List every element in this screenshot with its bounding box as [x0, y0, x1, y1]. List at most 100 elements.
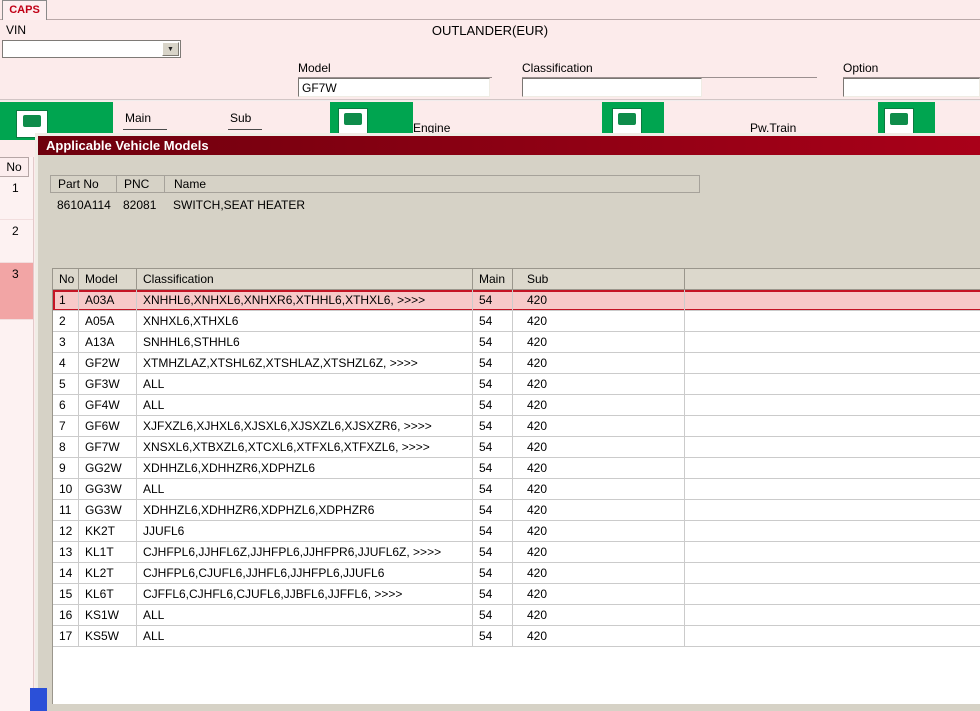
table-row[interactable]: 11 GG3W XDHHZL6,XDHHZR6,XDPHZL6,XDPHZR6 54 4…: [53, 500, 980, 521]
cell-model: A05A: [79, 311, 137, 332]
sub-tab-label[interactable]: Sub: [230, 111, 251, 125]
cell-filler: [685, 584, 980, 605]
table-body: 1 A03A XNHHL6,XNHXL6,XNHXR6,XTHHL6,XTHXL6,…: [53, 290, 980, 647]
cell-main: 54: [473, 395, 513, 416]
cell-no: 11: [53, 500, 79, 521]
cell-no: 7: [53, 416, 79, 437]
cell-main: 54: [473, 458, 513, 479]
toolbar-button-powertrain[interactable]: [612, 108, 642, 136]
table-row[interactable]: 5 GF3W ALL 54 420: [53, 374, 980, 395]
option-field-group: Option: [843, 61, 980, 97]
classification-input[interactable]: [522, 78, 702, 97]
option-input[interactable]: [843, 78, 980, 97]
cell-no: 15: [53, 584, 79, 605]
engine-icon: [344, 113, 362, 125]
cell-classification: SNHHL6,STHHL6: [137, 332, 473, 353]
no-row[interactable]: 2: [0, 220, 33, 263]
cell-main: 54: [473, 500, 513, 521]
caps-application-window: CAPS VIN ▼ OUTLANDER(EUR) Model Classifi…: [0, 0, 980, 711]
cell-model: GF4W: [79, 395, 137, 416]
main-tab-label[interactable]: Main: [125, 111, 151, 125]
cell-filler: [685, 626, 980, 647]
cell-classification: XJFXZL6,XJHXL6,XJSXL6,XJSXZL6,XJSXZR6, >…: [137, 416, 473, 437]
cell-no: 3: [53, 332, 79, 353]
cell-classification: XNSXL6,XTBXZL6,XTCXL6,XTFXL6,XTFXZL6, >>…: [137, 437, 473, 458]
tab-caps-label: CAPS: [9, 4, 40, 16]
table-row[interactable]: 4 GF2W XTMHZLAZ,XTSHL6Z,XTSHLAZ,XTSHZL6Z, …: [53, 353, 980, 374]
no-row[interactable]: 3: [0, 263, 33, 320]
table-row[interactable]: 13 KL1T CJHFPL6,JJHFL6Z,JJHFPL6,JJHFPR6,JJ…: [53, 542, 980, 563]
toolbar-button-body[interactable]: [884, 108, 914, 136]
sub-tab-underline: [228, 129, 262, 130]
horizontal-separator: [0, 99, 980, 101]
table-row[interactable]: 8 GF7W XNSXL6,XTBXZL6,XTCXL6,XTFXL6,XTFXZL…: [53, 437, 980, 458]
dropdown-arrow-icon[interactable]: ▼: [162, 42, 179, 56]
table-row[interactable]: 6 GF4W ALL 54 420: [53, 395, 980, 416]
table-row[interactable]: 16 KS1W ALL 54 420: [53, 605, 980, 626]
cell-classification: CJHFPL6,CJUFL6,JJHFL6,JJHFPL6,JJUFL6: [137, 563, 473, 584]
cell-classification: ALL: [137, 626, 473, 647]
tab-caps[interactable]: CAPS: [2, 0, 47, 20]
table-row[interactable]: 1 A03A XNHHL6,XNHXL6,XNHXR6,XTHHL6,XTHXL6,…: [53, 290, 980, 311]
cell-classification: CJHFPL6,JJHFL6Z,JJHFPL6,JJHFPR6,JJUFL6Z,…: [137, 542, 473, 563]
table-row[interactable]: 17 KS5W ALL 54 420: [53, 626, 980, 647]
table-row[interactable]: 10 GG3W ALL 54 420: [53, 479, 980, 500]
table-header-row: No Model Classification Main Sub: [53, 269, 980, 290]
cell-filler: [685, 458, 980, 479]
name-header: Name: [174, 177, 207, 191]
cell-model: KL1T: [79, 542, 137, 563]
cell-filler: [685, 416, 980, 437]
table-row[interactable]: 15 KL6T CJFFL6,CJHFL6,CJUFL6,JJBFL6,JJFFL6…: [53, 584, 980, 605]
cell-no: 9: [53, 458, 79, 479]
cell-sub: 420: [513, 458, 685, 479]
cell-filler: [685, 605, 980, 626]
cell-classification: ALL: [137, 395, 473, 416]
cell-filler: [685, 332, 980, 353]
no-rows-container: 123: [0, 177, 33, 320]
table-row[interactable]: 14 KL2T CJHFPL6,CJUFL6,JJHFL6,JJHFPL6,JJUF…: [53, 563, 980, 584]
cell-model: GF3W: [79, 374, 137, 395]
cell-sub: 420: [513, 563, 685, 584]
cell-sub: 420: [513, 542, 685, 563]
classification-label: Classification: [522, 61, 593, 75]
body-icon: [890, 113, 908, 125]
table-row[interactable]: 2 A05A XNHXL6,XTHXL6 54 420: [53, 311, 980, 332]
cell-model: KS5W: [79, 626, 137, 647]
model-label: Model: [298, 61, 331, 75]
cell-sub: 420: [513, 584, 685, 605]
cell-sub: 420: [513, 416, 685, 437]
cell-sub: 420: [513, 626, 685, 647]
cell-classification: XNHHL6,XNHXL6,XNHXR6,XTHHL6,XTHXL6, >>>>: [137, 290, 473, 311]
table-row[interactable]: 3 A13A SNHHL6,STHHL6 54 420: [53, 332, 980, 353]
cell-sub: 420: [513, 500, 685, 521]
toolbar-button-engine[interactable]: [338, 108, 368, 136]
blue-corner-fragment: [30, 688, 47, 711]
dialog-title: Applicable Vehicle Models: [46, 138, 209, 153]
cell-main: 54: [473, 584, 513, 605]
table-row[interactable]: 12 KK2T JJUFL6 54 420: [53, 521, 980, 542]
no-row[interactable]: 1: [0, 177, 33, 220]
cell-model: A03A: [79, 290, 137, 311]
cell-no: 5: [53, 374, 79, 395]
option-label: Option: [843, 61, 879, 75]
cell-model: KL2T: [79, 563, 137, 584]
table-row[interactable]: 7 GF6W XJFXZL6,XJHXL6,XJSXL6,XJSXZL6,XJSXZ…: [53, 416, 980, 437]
cell-classification: ALL: [137, 605, 473, 626]
cell-no: 14: [53, 563, 79, 584]
part-name-value: SWITCH,SEAT HEATER: [173, 198, 306, 212]
vin-input[interactable]: [3, 41, 161, 57]
cell-sub: 420: [513, 605, 685, 626]
model-input[interactable]: [298, 78, 490, 97]
table-row[interactable]: 9 GG2W XDHHZL6,XDHHZR6,XDPHZL6 54 420: [53, 458, 980, 479]
dialog-titlebar[interactable]: Applicable Vehicle Models: [38, 136, 980, 155]
cell-classification: XDHHZL6,XDHHZR6,XDPHZL6: [137, 458, 473, 479]
cell-main: 54: [473, 626, 513, 647]
cell-model: GG3W: [79, 500, 137, 521]
model-field-group: Model: [298, 61, 492, 97]
cell-filler: [685, 542, 980, 563]
cell-sub: 420: [513, 332, 685, 353]
pnc-header: PNC: [117, 176, 165, 192]
classification-field-group: Classification: [522, 61, 817, 97]
cell-model: KL6T: [79, 584, 137, 605]
vin-combobox[interactable]: ▼: [2, 40, 181, 58]
